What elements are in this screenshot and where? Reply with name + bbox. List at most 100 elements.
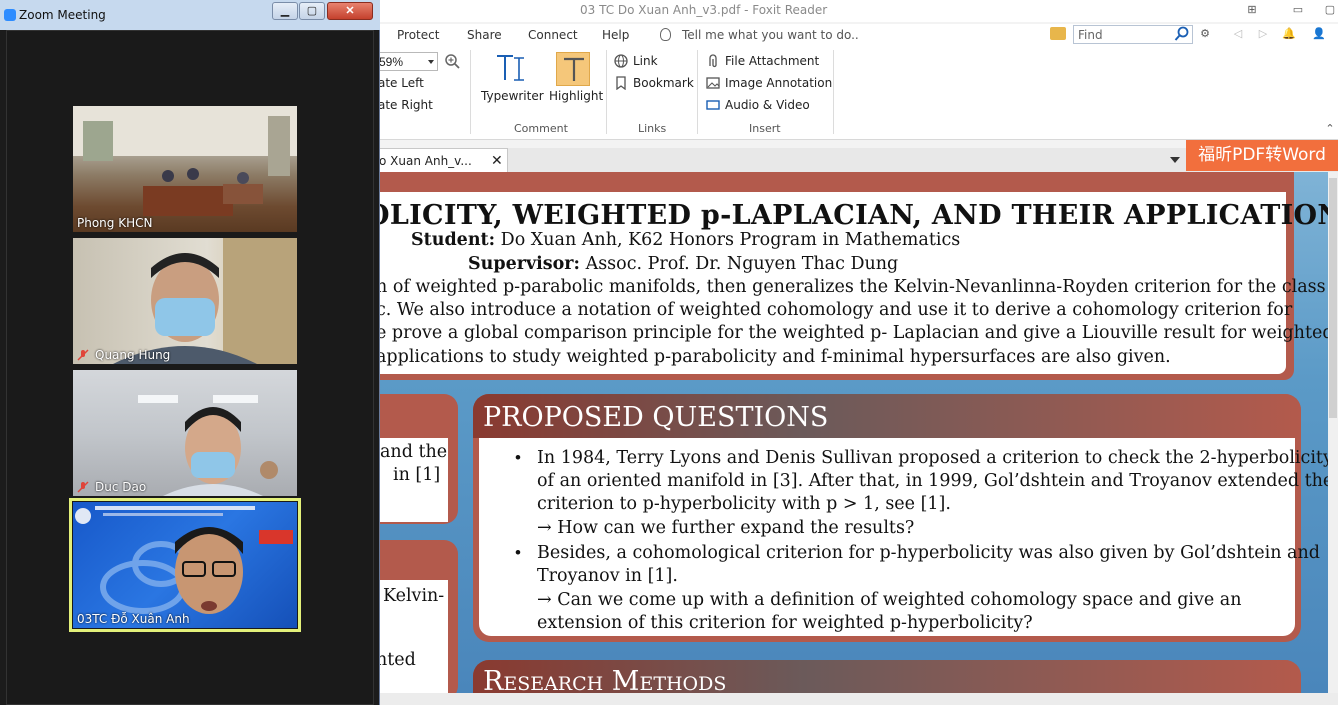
insert-group-title: Insert (749, 122, 781, 135)
highlight-icon[interactable] (556, 52, 590, 86)
left-card-text: in [1] (393, 465, 441, 485)
typewriter-icon[interactable] (494, 52, 530, 86)
student-value: Do Xuan Anh, K62 Honors Program in Mathe… (500, 230, 961, 250)
typewriter-button[interactable]: Typewriter (481, 89, 544, 103)
menu-share[interactable]: Share (467, 28, 502, 42)
restore-icon[interactable]: ⊞ (1244, 3, 1260, 17)
bullet-icon: • (515, 543, 521, 562)
video-icon (706, 100, 720, 110)
question-line: → How can we further expand the results? (537, 518, 915, 538)
search-icon[interactable] (1174, 26, 1190, 42)
bullet-icon: • (515, 448, 521, 467)
poster-header-panel: OLICITY, WEIGHTED p-LAPLACIAN, AND THEIR… (376, 172, 1328, 380)
section-title: Research Methods (483, 666, 727, 693)
links-group-title: Links (638, 122, 667, 135)
abstract-line: e prove a global comparison principle fo… (376, 323, 1328, 343)
forward-icon[interactable]: ▷ (1255, 27, 1271, 41)
participant-video-icon (138, 395, 278, 496)
maximize-button[interactable]: ▢ (299, 2, 325, 20)
paperclip-icon (709, 54, 717, 68)
minimize-icon[interactable]: ▭ (1290, 3, 1306, 17)
back-icon[interactable]: ◁ (1230, 27, 1246, 41)
left-card-text: hted (376, 650, 416, 670)
close-button[interactable]: ✕ (327, 2, 373, 20)
document-tab[interactable]: o Xuan Anh_v... ✕ (368, 148, 508, 172)
card-body: • In 1984, Terry Lyons and Denis Sulliva… (479, 438, 1328, 636)
question-line: → Can we come up with a definition of we… (537, 590, 1242, 610)
video-tile[interactable]: Quang Hung (73, 238, 297, 364)
participant-name: Quang Hung (95, 348, 171, 362)
participant-name: Phong KHCN (77, 216, 153, 230)
menu-help[interactable]: Help (602, 28, 629, 42)
close-icon[interactable]: ✕ (491, 152, 503, 169)
left-card-text: and the (380, 442, 448, 462)
poster-header-body: OLICITY, WEIGHTED p-LAPLACIAN, AND THEIR… (376, 192, 1328, 374)
gear-icon[interactable]: ⚙ (1197, 27, 1213, 41)
poster-title: OLICITY, WEIGHTED p-LAPLACIAN, AND THEIR… (376, 200, 1328, 231)
user-icon[interactable]: 👤 (1311, 27, 1327, 41)
abstract-line: n of weighted p-parabolic manifolds, the… (376, 277, 1326, 297)
pdf-page[interactable]: OLICITY, WEIGHTED p-LAPLACIAN, AND THEIR… (376, 172, 1328, 693)
link-button[interactable]: Link (633, 54, 658, 68)
ribbon-divider (833, 50, 834, 134)
folder-search-icon[interactable] (1050, 27, 1066, 40)
lightbulb-icon (660, 28, 671, 41)
question-line: Besides, a cohomological criterion for p… (537, 543, 1320, 563)
muted-mic-icon (77, 481, 89, 493)
vertical-scrollbar[interactable] (1328, 172, 1338, 693)
question-line: of an oriented manifold in [3]. After th… (537, 471, 1328, 491)
zoom-in-icon[interactable] (444, 53, 460, 69)
convert-to-word-button[interactable]: 福昕PDF转Word (1186, 140, 1338, 171)
supervisor-label: Supervisor: (468, 254, 580, 274)
highlight-button[interactable]: Highlight (549, 89, 603, 103)
card-header: PROPOSED QUESTIONS (473, 394, 1301, 438)
left-card: and the in [1] (376, 394, 458, 524)
menu-connect[interactable]: Connect (528, 28, 578, 42)
zoom-titlebar: Zoom Meeting ▁ ▢ ✕ (0, 0, 380, 30)
image-icon (706, 77, 720, 89)
minimize-button[interactable]: ▁ (272, 2, 298, 20)
left-card-body: Kelvin- hted (376, 580, 448, 693)
supervisor-line: Supervisor: Assoc. Prof. Dr. Nguyen Thac… (468, 254, 898, 274)
card-header: Research Methods (473, 660, 1301, 693)
video-tile[interactable]: Phong KHCN (73, 106, 297, 232)
research-methods-card: Research Methods (473, 660, 1301, 693)
left-card-text: Kelvin- (383, 586, 445, 606)
participant-video-icon (75, 506, 293, 614)
collapse-ribbon-icon[interactable]: ⌃ (1322, 122, 1338, 136)
tell-me-input[interactable]: Tell me what you want to do.. (682, 28, 859, 42)
ribbon-divider (606, 50, 607, 134)
student-line: Student: Do Xuan Anh, K62 Honors Program… (411, 230, 960, 250)
student-label: Student: (411, 230, 496, 250)
question-line: extension of this criterion for weighted… (537, 613, 1033, 633)
ribbon-divider (697, 50, 698, 134)
status-bar (376, 693, 1338, 705)
zoom-logo-icon (4, 9, 16, 21)
rotate-left-button[interactable]: ate Left (378, 76, 424, 90)
section-title: PROPOSED QUESTIONS (483, 402, 829, 433)
muted-mic-icon (77, 349, 89, 361)
chevron-down-icon[interactable] (1170, 157, 1180, 163)
video-tile[interactable]: 03TC Đỗ Xuân Anh (73, 502, 297, 628)
video-tile[interactable]: Duc Dao (73, 370, 297, 496)
bookmark-icon (616, 76, 626, 90)
participant-video-icon (113, 238, 297, 364)
window-title: 03 TC Do Xuan Anh_v3.pdf - Foxit Reader (580, 3, 828, 17)
scrollbar-thumb[interactable] (1329, 178, 1337, 418)
file-attachment-button[interactable]: File Attachment (725, 54, 819, 68)
question-line: criterion to p-hyperbolicity with p > 1,… (537, 494, 951, 514)
bell-icon[interactable]: 🔔 (1281, 27, 1297, 41)
rotate-right-button[interactable]: ate Right (378, 98, 433, 112)
link-icon (614, 54, 628, 68)
question-line: In 1984, Terry Lyons and Denis Sullivan … (537, 448, 1328, 468)
maximize-icon[interactable]: ▢ (1322, 3, 1338, 17)
menu-protect[interactable]: Protect (397, 28, 439, 42)
proposed-questions-card: PROPOSED QUESTIONS • In 1984, Terry Lyon… (473, 394, 1328, 642)
chevron-down-icon[interactable] (428, 60, 434, 64)
participant-name: 03TC Đỗ Xuân Anh (77, 612, 190, 626)
zoom-window-title: Zoom Meeting (19, 8, 106, 22)
audio-video-button[interactable]: Audio & Video (725, 98, 810, 112)
bookmark-button[interactable]: Bookmark (633, 76, 694, 90)
image-annotation-button[interactable]: Image Annotation (725, 76, 832, 90)
left-card: Kelvin- hted (376, 540, 458, 693)
